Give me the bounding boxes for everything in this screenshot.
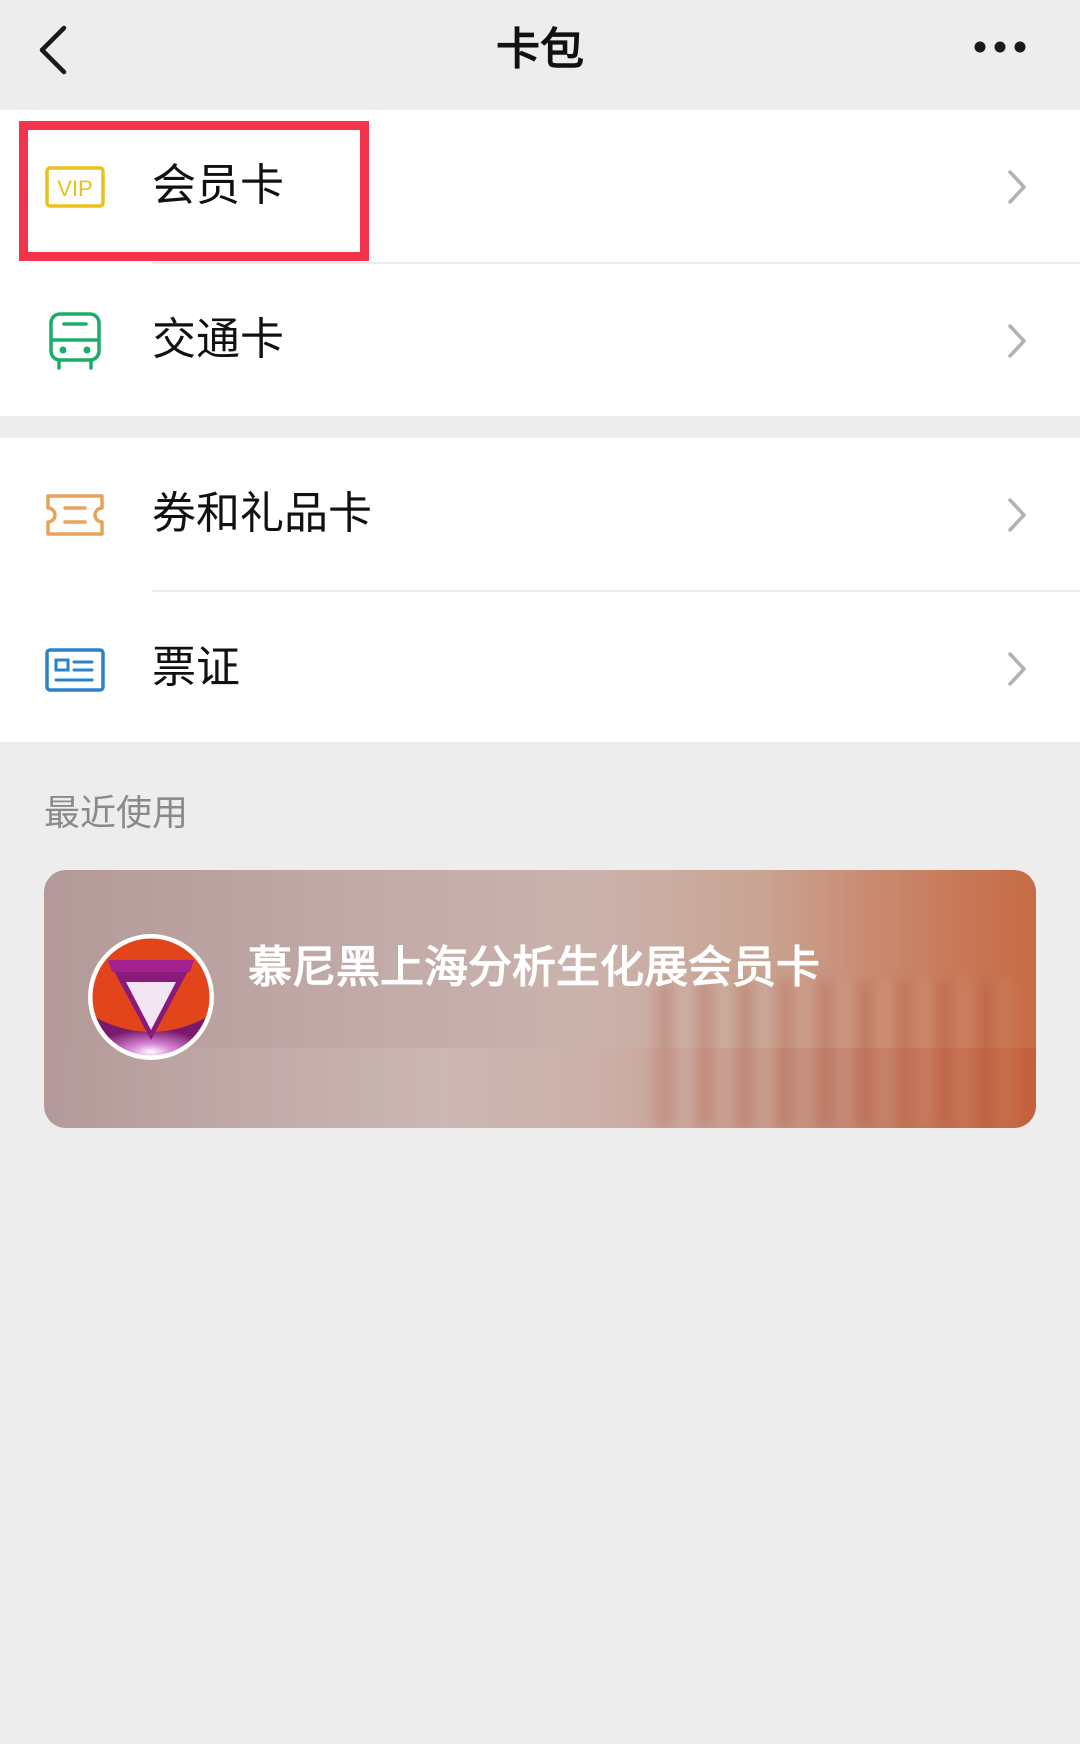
- more-horizontal-icon[interactable]: [972, 30, 1028, 64]
- menu-item-label: 券和礼品卡: [152, 488, 372, 539]
- navigation-bar: 卡包: [0, 0, 1080, 110]
- chevron-right-icon: [1008, 170, 1026, 204]
- chevron-right-icon: [1008, 498, 1026, 532]
- menu-item-label: 交通卡: [152, 314, 284, 365]
- menu-item-transit-card[interactable]: 交通卡: [0, 264, 1080, 416]
- card-type-group-secondary: 券和礼品卡 票证: [0, 438, 1080, 742]
- chevron-right-icon: [1008, 324, 1026, 358]
- page-title: 卡包: [496, 24, 584, 75]
- section-label-recent: 最近使用: [44, 793, 189, 834]
- recent-member-card[interactable]: 慕尼黑上海分析生化展会员卡: [44, 870, 1036, 1128]
- analytica-logo-icon: [88, 934, 214, 1060]
- ticket-icon: [46, 494, 104, 536]
- card-name: 慕尼黑上海分析生化展会员卡: [248, 942, 820, 993]
- id-card-icon: [45, 648, 105, 692]
- bus-icon: [49, 312, 101, 370]
- menu-item-label: 票证: [152, 642, 240, 693]
- chevron-right-icon: [1008, 652, 1026, 686]
- menu-item-tickets-ids[interactable]: 票证: [0, 592, 1080, 744]
- menu-item-coupon-gift-card[interactable]: 券和礼品卡: [0, 438, 1080, 590]
- card-background-pattern: [656, 980, 1016, 1128]
- highlight-box: [19, 121, 369, 261]
